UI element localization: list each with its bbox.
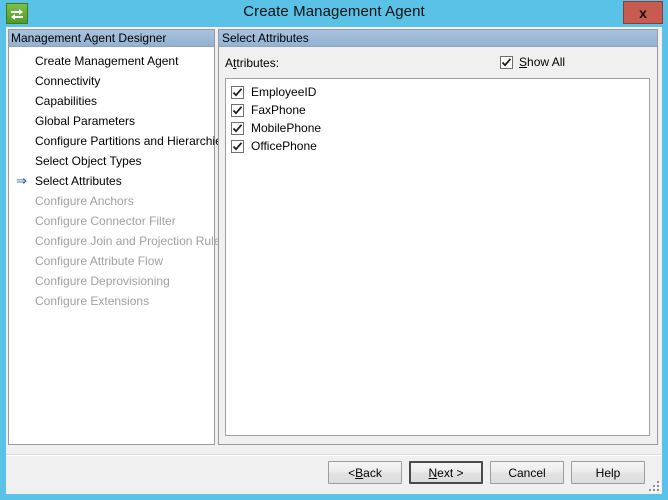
- list-item[interactable]: OfficePhone: [231, 137, 649, 155]
- attribute-name: FaxPhone: [251, 103, 306, 117]
- sidebar-item-capabilities[interactable]: Capabilities: [9, 91, 214, 111]
- show-all-checkbox[interactable]: Show All: [500, 55, 565, 69]
- sidebar-item-label: Configure Attribute Flow: [35, 254, 164, 268]
- attribute-checkbox[interactable]: [231, 121, 244, 135]
- list-item[interactable]: EmployeeID: [231, 83, 649, 101]
- sidebar-item-label: Configure Extensions: [35, 294, 150, 308]
- list-item[interactable]: MobilePhone: [231, 119, 649, 137]
- content-panel-header: Select Attributes: [219, 30, 657, 47]
- show-all-label-post: how All: [527, 55, 566, 69]
- attribute-name: OfficePhone: [251, 139, 317, 153]
- nav-panel-header: Management Agent Designer: [9, 30, 214, 47]
- sidebar-item-configure-extensions: Configure Extensions: [9, 291, 214, 311]
- window-title: Create Management Agent: [243, 3, 425, 20]
- dialog-button-bar: < Back Next > Cancel Help: [6, 461, 662, 494]
- sidebar-item-label: Configure Join and Projection Rules: [35, 234, 227, 248]
- attribute-name: EmployeeID: [251, 85, 317, 99]
- sidebar-item-label: Global Parameters: [35, 114, 136, 128]
- dialog-window: Create Management Agent x Management Age…: [0, 0, 668, 500]
- next-button-mnemonic: N: [428, 465, 438, 480]
- close-button[interactable]: x: [623, 1, 663, 24]
- sidebar-item-configure-connector-filter: Configure Connector Filter: [9, 211, 214, 231]
- sidebar-item-label: Configure Connector Filter: [35, 214, 176, 228]
- sidebar-item-configure-attribute-flow: Configure Attribute Flow: [9, 251, 214, 271]
- attributes-label-post: tributes:: [236, 56, 280, 70]
- attribute-checkbox[interactable]: [231, 139, 244, 153]
- back-button-pre: <: [348, 465, 356, 480]
- checkmark-icon: [232, 141, 243, 150]
- dialog-client-area: Management Agent Designer Create Managem…: [6, 27, 662, 494]
- sidebar-item-label: Connectivity: [35, 74, 101, 88]
- attribute-checkbox[interactable]: [231, 103, 244, 117]
- checkmark-icon: [232, 105, 243, 114]
- show-all-checkbox-box[interactable]: [500, 55, 513, 69]
- current-step-arrow-icon: ⇒: [16, 173, 27, 188]
- attribute-name: MobilePhone: [251, 121, 322, 135]
- sidebar-item-label: Create Management Agent: [35, 54, 179, 68]
- title-bar: Create Management Agent x: [0, 0, 668, 27]
- sidebar-item-label: Select Attributes: [35, 174, 122, 188]
- checkmark-icon: [501, 57, 512, 66]
- sidebar-item-configure-partitions-and-hierarchies[interactable]: Configure Partitions and Hierarchies: [9, 131, 228, 151]
- back-button[interactable]: < Back: [328, 461, 402, 484]
- attributes-label: Attributes:: [225, 56, 279, 70]
- sidebar-item-label: Configure Partitions and Hierarchies: [35, 134, 228, 148]
- management-agent-designer-panel: Management Agent Designer Create Managem…: [8, 29, 228, 445]
- sidebar-item-configure-deprovisioning: Configure Deprovisioning: [9, 271, 214, 291]
- next-button-post: ext >: [437, 465, 464, 480]
- sidebar-item-select-attributes[interactable]: ⇒ Select Attributes: [9, 171, 214, 191]
- cancel-button[interactable]: Cancel: [490, 461, 564, 484]
- attributes-list[interactable]: EmployeeID FaxPhone MobilePhone OfficePhone: [225, 78, 650, 436]
- checkmark-icon: [232, 123, 243, 132]
- sidebar-item-select-object-types[interactable]: Select Object Types: [9, 151, 214, 171]
- sidebar-item-label: Capabilities: [35, 94, 98, 108]
- resize-grip[interactable]: [647, 479, 661, 493]
- show-all-label: Show All: [519, 55, 565, 69]
- sidebar-item-label: Configure Deprovisioning: [35, 274, 170, 288]
- back-button-mnemonic: B: [355, 465, 364, 480]
- sidebar-item-create-management-agent[interactable]: Create Management Agent: [9, 51, 214, 71]
- show-all-label-mnemonic: S: [519, 55, 528, 69]
- sidebar-item-global-parameters[interactable]: Global Parameters: [9, 111, 214, 131]
- attribute-checkbox[interactable]: [231, 85, 244, 99]
- next-button[interactable]: Next >: [409, 461, 483, 484]
- back-button-post: ack: [363, 465, 382, 480]
- sidebar-item-connectivity[interactable]: Connectivity: [9, 71, 214, 91]
- checkmark-icon: [232, 87, 243, 96]
- list-item[interactable]: FaxPhone: [231, 101, 649, 119]
- attributes-label-pre: A: [225, 56, 234, 70]
- wizard-step-list: Create Management Agent Connectivity Capab…: [9, 48, 228, 311]
- sidebar-item-configure-anchors: Configure Anchors: [9, 191, 214, 211]
- sidebar-item-label: Select Object Types: [35, 154, 142, 168]
- button-bar-separator: [6, 454, 662, 456]
- sidebar-item-label: Configure Anchors: [35, 194, 134, 208]
- sidebar-item-configure-join-and-projection-rules: Configure Join and Projection Rules: [9, 231, 226, 251]
- select-attributes-panel: Select Attributes Attributes: Show All E…: [218, 29, 658, 445]
- help-button[interactable]: Help: [571, 461, 645, 484]
